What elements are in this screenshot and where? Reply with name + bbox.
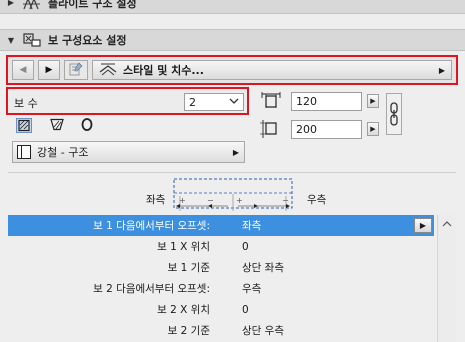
scroll-up-icon[interactable] <box>442 218 452 231</box>
row-name: 보 2 기준 <box>167 325 210 337</box>
rectangle-profile-icon <box>18 119 30 132</box>
row-value: 좌측 <box>242 220 262 232</box>
previous-button[interactable]: ◀ <box>12 60 34 80</box>
material-swatch-icon <box>17 145 31 159</box>
row-value: 0 <box>242 240 249 253</box>
beam-count-value: 2 <box>189 95 196 109</box>
row-value: 0 <box>242 303 249 316</box>
rectangular-profile-button[interactable] <box>16 118 32 133</box>
style-toolbar: ◀ ▶ 스타일 및 치수... ▶ <box>6 55 458 85</box>
table-row[interactable]: 보 1 다음에서부터 오프셋: 좌측 <box>8 215 434 236</box>
flight-structure-icon <box>22 0 42 11</box>
left-arrow-icon: ◀ <box>19 65 27 75</box>
width-options-button[interactable]: ▶ <box>367 94 379 108</box>
diagram-minus-right: − <box>282 196 289 205</box>
style-dropdown-label: 스타일 및 치수... <box>123 64 204 77</box>
next-button[interactable]: ▶ <box>38 60 60 80</box>
beam-offset-diagram <box>173 178 295 217</box>
table-row[interactable]: 보 2 기준 상단 우측 <box>8 320 434 341</box>
divider <box>8 172 456 173</box>
right-arrow-icon: ▶ <box>370 125 376 133</box>
round-profile-icon <box>81 118 93 131</box>
document-pencil-icon <box>68 62 84 79</box>
dropdown-arrow-icon: ▶ <box>438 65 445 75</box>
collapse-arrow-icon[interactable]: ▼ <box>0 36 22 45</box>
material-label: 강철 - 구조 <box>37 146 89 159</box>
style-icon <box>99 62 117 79</box>
beam-width-icon <box>260 92 282 113</box>
chevron-down-icon <box>229 95 239 110</box>
beam-width-value: 120 <box>296 95 317 108</box>
row-name: 보 1 다음에서부터 오프셋: <box>93 220 210 232</box>
row-options-button[interactable]: ▶ <box>414 218 432 233</box>
beam-width-input[interactable]: 120 <box>291 92 362 111</box>
beam-height-icon <box>260 119 282 142</box>
beam-height-value: 200 <box>296 123 317 136</box>
expand-arrow-icon[interactable]: ▶ <box>0 0 22 7</box>
tapered-profile-button[interactable] <box>50 118 66 133</box>
diagram-plus-left: + <box>179 196 186 205</box>
table-row[interactable]: 보 2 X 위치 0 <box>8 299 434 320</box>
row-value: 상단 좌측 <box>242 262 284 274</box>
beam-count-select[interactable]: 2 <box>184 93 244 111</box>
right-arrow-icon: ▶ <box>370 97 376 105</box>
beam-components-icon <box>22 32 42 48</box>
beam-count-panel: 보 수 2 <box>6 87 249 115</box>
diagram-right-label: 우측 <box>307 194 327 206</box>
tapered-profile-icon <box>50 118 64 131</box>
link-dimensions-toggle[interactable] <box>386 93 402 135</box>
section-header-beam-components[interactable]: ▼ 보 구성요소 설정 <box>0 29 465 51</box>
right-arrow-icon: ▶ <box>45 65 53 75</box>
material-dropdown[interactable]: 강철 - 구조 ▶ <box>12 141 245 163</box>
section-label: 플라이트 구조 설정 <box>48 0 137 10</box>
diagram-plus-right: + <box>236 196 243 205</box>
row-name: 보 1 X 위치 <box>157 241 210 253</box>
row-value: 상단 우측 <box>242 325 284 337</box>
table-scrollbar[interactable] <box>437 215 456 342</box>
row-value: 우측 <box>242 283 262 295</box>
diagram-left-label: 좌측 <box>146 194 166 206</box>
table-row[interactable]: 보 2 다음에서부터 오프셋: 우측 <box>8 278 434 299</box>
dropdown-arrow-icon: ▶ <box>232 147 239 157</box>
style-dimensions-dropdown[interactable]: 스타일 및 치수... ▶ <box>92 60 452 80</box>
row-name: 보 1 기준 <box>167 262 210 274</box>
beam-count-label: 보 수 <box>14 97 38 110</box>
beam-height-input[interactable]: 200 <box>291 120 362 139</box>
chain-link-icon <box>390 102 398 126</box>
section-header-flight-structure[interactable]: ▶ 플라이트 구조 설정 <box>0 0 465 14</box>
right-arrow-icon: ▶ <box>419 221 427 230</box>
height-options-button[interactable]: ▶ <box>367 122 379 136</box>
favorites-button[interactable] <box>64 60 88 80</box>
section-label: 보 구성요소 설정 <box>48 34 127 47</box>
row-name: 보 2 X 위치 <box>157 304 210 316</box>
round-profile-button[interactable] <box>80 118 96 133</box>
diagram-minus-left: − <box>207 196 214 205</box>
table-row[interactable]: 보 1 X 위치 0 <box>8 236 434 257</box>
row-name: 보 2 다음에서부터 오프셋: <box>93 283 210 295</box>
table-row[interactable]: 보 1 기준 상단 좌측 <box>8 257 434 278</box>
